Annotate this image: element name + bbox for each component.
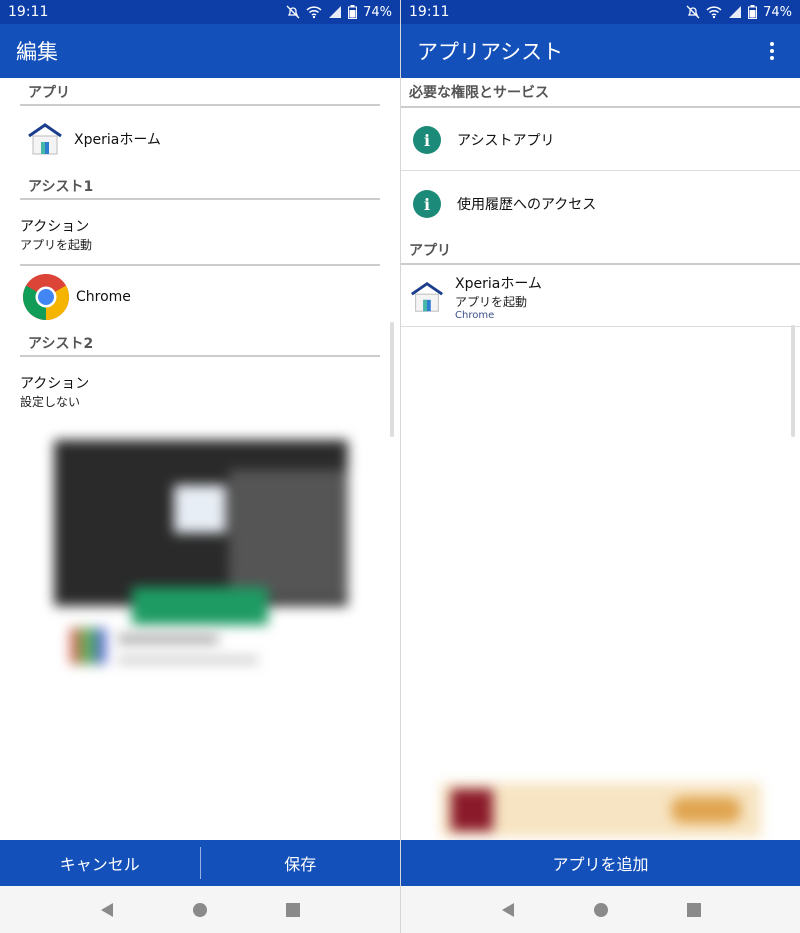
bottom-action-bar: キャンセル 保存 <box>0 840 400 886</box>
bottom-action-bar: アプリを追加 <box>401 840 800 886</box>
page-title: 編集 <box>16 40 58 64</box>
app-item-name: Xperiaホーム <box>455 276 542 292</box>
home-icon[interactable] <box>192 902 208 918</box>
assist2-action-row[interactable]: アクション 設定しない <box>20 373 89 410</box>
save-button[interactable]: 保存 <box>201 851 401 875</box>
perm-assist-row[interactable]: i アシストアプリ <box>413 124 554 156</box>
selected-app-row[interactable]: Xperiaホーム <box>26 118 161 160</box>
status-bar: 19:11 74% <box>0 0 400 24</box>
back-icon[interactable] <box>500 902 516 918</box>
perm-usage-label: 使用履歴へのアクセス <box>457 197 597 213</box>
add-app-button[interactable]: アプリを追加 <box>401 851 800 875</box>
edit-screen: 19:11 74% 編集 アプリ Xperiaホーム アシスト1 アクション ア… <box>0 0 400 933</box>
assist1-app-row[interactable]: Chrome <box>22 273 131 321</box>
divider <box>401 263 800 265</box>
system-nav-bar <box>0 886 400 933</box>
battery-icon <box>748 5 758 19</box>
assist2-action-title: アクション <box>20 376 90 392</box>
ad-image[interactable] <box>54 440 348 606</box>
divider <box>401 170 800 171</box>
section-header-assist2: アシスト2 <box>20 333 380 357</box>
assist1-action-value: アプリを起動 <box>20 238 93 252</box>
scrollbar[interactable] <box>791 325 795 437</box>
recents-icon[interactable] <box>686 902 702 918</box>
app-item-assist: Chrome <box>455 310 495 321</box>
section-header-apps: アプリ <box>409 243 451 259</box>
overflow-menu-icon[interactable] <box>760 39 784 63</box>
app-list-item[interactable]: Xperiaホーム アプリを起動 Chrome <box>409 272 542 322</box>
battery-percent: 74% <box>363 4 392 20</box>
home-app-icon <box>28 123 62 155</box>
ad-install-button[interactable] <box>132 587 268 625</box>
home-icon[interactable] <box>593 902 609 918</box>
app-item-action: アプリを起動 <box>455 295 528 309</box>
notification-off-icon <box>286 5 300 19</box>
assist2-action-value: 設定しない <box>20 395 81 409</box>
assist1-action-row[interactable]: アクション アプリを起動 <box>20 216 92 253</box>
battery-percent: 74% <box>763 4 792 20</box>
wifi-icon <box>706 6 722 19</box>
divider <box>401 326 800 327</box>
section-header-assist1: アシスト1 <box>20 176 380 200</box>
status-bar: 19:11 74% <box>401 0 800 24</box>
signal-icon <box>329 6 342 18</box>
ad-subtext <box>118 656 258 664</box>
status-time: 19:11 <box>409 4 450 20</box>
divider <box>401 106 800 108</box>
perm-usage-row[interactable]: i 使用履歴へのアクセス <box>413 188 596 220</box>
assist1-action-title: アクション <box>20 219 90 235</box>
section-header-permissions: 必要な権限とサービス <box>409 85 549 101</box>
ad-app-icon <box>70 628 106 664</box>
app-bar: アプリアシスト <box>401 24 800 78</box>
scrollbar[interactable] <box>390 322 394 437</box>
app-assist-screen: 19:11 74% アプリアシスト 必要な権限とサービス i アシストアプリ i… <box>400 0 800 933</box>
info-icon: i <box>413 126 441 154</box>
status-time: 19:11 <box>8 4 49 20</box>
perm-assist-label: アシストアプリ <box>457 133 555 149</box>
divider <box>20 264 380 266</box>
notification-off-icon <box>686 5 700 19</box>
selected-app-name: Xperiaホーム <box>74 132 161 148</box>
chrome-icon <box>23 274 69 320</box>
section-header-app: アプリ <box>20 82 380 106</box>
ad-text <box>118 634 218 644</box>
signal-icon <box>729 6 742 18</box>
system-nav-bar <box>401 886 800 933</box>
home-app-icon <box>411 282 443 312</box>
back-icon[interactable] <box>99 902 115 918</box>
ad-banner[interactable] <box>441 783 761 837</box>
page-title: アプリアシスト <box>417 40 564 64</box>
info-icon: i <box>413 190 441 218</box>
battery-icon <box>348 5 358 19</box>
recents-icon[interactable] <box>285 902 301 918</box>
app-bar: 編集 <box>0 24 400 78</box>
cancel-button[interactable]: キャンセル <box>0 851 200 875</box>
wifi-icon <box>306 6 322 19</box>
assist1-app-name: Chrome <box>76 289 131 305</box>
